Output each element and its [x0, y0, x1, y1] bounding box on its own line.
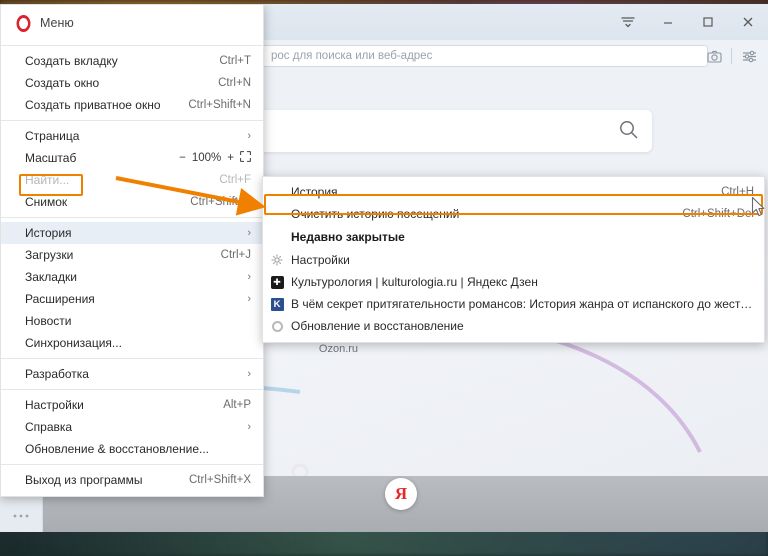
mouse-cursor	[751, 196, 765, 217]
more-dots-icon[interactable]	[0, 502, 42, 530]
menu-item-label: Разработка	[25, 367, 89, 381]
address-placeholder: рос для поиска или веб-адрес	[271, 50, 433, 62]
toolbar-separator	[731, 48, 732, 64]
menu-item-label: Создать вкладку	[25, 54, 118, 68]
dark-favicon-icon: ✚	[270, 275, 284, 289]
menu-item-label: Страница	[25, 129, 80, 143]
menu-item-label: Выход из программы	[25, 473, 143, 487]
menu-item-downloads[interactable]: Загрузки Ctrl+J	[1, 244, 263, 266]
menu-item-new-tab[interactable]: Создать вкладку Ctrl+T	[1, 50, 263, 72]
menu-item-accel: Ctrl+N	[218, 77, 251, 89]
menu-divider	[1, 45, 263, 46]
menu-item-label: Расширения	[25, 292, 95, 306]
zoom-out-button[interactable]: −	[179, 152, 186, 164]
chevron-right-icon: ›	[247, 368, 251, 380]
submenu-item-romance-article[interactable]: K В чём секрет притягательности романсов…	[263, 293, 764, 315]
menu-item-settings[interactable]: Настройки Alt+P	[1, 394, 263, 416]
submenu-item-update-recovery[interactable]: Обновление и восстановление	[263, 315, 764, 337]
minimize-icon[interactable]	[648, 4, 688, 40]
browser-window: рос для поиска или веб-адрес нтернете	[0, 4, 768, 532]
fullscreen-icon[interactable]	[239, 150, 252, 165]
close-icon[interactable]	[728, 4, 768, 40]
submenu-item-label: Обновление и восстановление	[291, 319, 464, 333]
menu-item-label: Синхронизация...	[25, 336, 122, 350]
chevron-right-icon: ›	[247, 130, 251, 142]
address-bar-icons	[701, 40, 762, 72]
menu-header: Меню	[1, 5, 263, 41]
menu-item-accel: Alt+P	[223, 399, 251, 411]
menu-item-page[interactable]: Страница ›	[1, 125, 263, 147]
menu-item-sync[interactable]: Синхронизация...	[1, 332, 263, 354]
menu-item-update-recovery[interactable]: Обновление & восстановление...	[1, 438, 263, 460]
yandex-letter: Я	[394, 484, 408, 503]
submenu-item-kulturologia[interactable]: ✚ Культурология | kulturologia.ru | Янде…	[263, 271, 764, 293]
zoom-in-button[interactable]: +	[227, 152, 234, 164]
menu-item-label: Настройки	[25, 398, 84, 412]
tab-menu-icon[interactable]	[608, 4, 648, 40]
menu-item-exit[interactable]: Выход из программы Ctrl+Shift+X	[1, 469, 263, 491]
menu-item-label: Обновление & восстановление...	[25, 442, 209, 456]
zoom-level: 100%	[191, 152, 222, 164]
menu-item-zoom[interactable]: Масштаб − 100% +	[1, 147, 263, 169]
menu-item-bookmarks[interactable]: Закладки ›	[1, 266, 263, 288]
menu-item-label: Создать окно	[25, 76, 100, 90]
submenu-item-label: В чём секрет притягательности романсов: …	[291, 297, 754, 311]
menu-divider	[1, 120, 263, 121]
snapshot-camera-icon[interactable]	[701, 40, 727, 72]
highlight-box-history	[19, 174, 83, 196]
menu-item-label: История	[25, 226, 72, 240]
menu-item-label: Создать приватное окно	[25, 98, 161, 112]
menu-item-extensions[interactable]: Расширения ›	[1, 288, 263, 310]
submenu-item-label: Настройки	[291, 253, 350, 267]
chevron-right-icon: ›	[247, 271, 251, 283]
menu-item-label: Загрузки	[25, 248, 74, 262]
highlight-box-clear-history	[264, 194, 763, 215]
window-controls	[608, 4, 768, 40]
menu-item-accel: Ctrl+Shift+X	[189, 474, 251, 486]
menu-divider	[1, 464, 263, 465]
menu-item-news[interactable]: Новости	[1, 310, 263, 332]
circle-favicon-icon	[270, 319, 284, 333]
menu-item-help[interactable]: Справка ›	[1, 416, 263, 438]
yandex-badge[interactable]: Я	[385, 478, 417, 510]
menu-divider	[1, 358, 263, 359]
orange-pointer-arrow	[115, 176, 266, 216]
opera-logo-icon	[16, 14, 31, 32]
menu-item-new-private-window[interactable]: Создать приватное окно Ctrl+Shift+N	[1, 94, 263, 116]
k-favicon-icon: K	[270, 297, 284, 311]
submenu-section-recently-closed: Недавно закрытые	[263, 225, 764, 249]
menu-item-accel: Ctrl+T	[219, 55, 251, 67]
menu-item-accel: Ctrl+J	[220, 249, 251, 261]
menu-item-label: Закладки	[25, 270, 77, 284]
menu-item-label: Справка	[25, 420, 73, 434]
tile-caption: Ozon.ru	[318, 343, 359, 355]
chevron-right-icon: ›	[247, 421, 251, 433]
menu-item-history[interactable]: История ›	[1, 222, 263, 244]
chevron-right-icon: ›	[247, 293, 251, 305]
menu-item-label: Масштаб	[25, 151, 77, 165]
search-icon	[619, 120, 638, 142]
chevron-right-icon: ›	[247, 227, 251, 239]
gear-favicon-icon	[270, 253, 284, 267]
address-input[interactable]: рос для поиска или веб-адрес	[262, 45, 708, 67]
submenu-item-settings[interactable]: Настройки	[263, 249, 764, 271]
menu-item-new-window[interactable]: Создать окно Ctrl+N	[1, 72, 263, 94]
opera-main-menu: Меню Создать вкладку Ctrl+T Создать окно…	[0, 4, 264, 497]
zoom-controls[interactable]: − 100% +	[179, 150, 252, 165]
maximize-icon[interactable]	[688, 4, 728, 40]
menu-item-label: Новости	[25, 314, 72, 328]
submenu-section-label: Недавно закрытые	[291, 230, 405, 244]
menu-divider	[1, 389, 263, 390]
menu-title: Меню	[40, 16, 74, 30]
menu-item-developer[interactable]: Разработка ›	[1, 363, 263, 385]
submenu-item-label: Культурология | kulturologia.ru | Яндекс…	[291, 275, 538, 289]
menu-item-accel: Ctrl+Shift+N	[188, 99, 251, 111]
easy-setup-icon[interactable]	[736, 40, 762, 72]
